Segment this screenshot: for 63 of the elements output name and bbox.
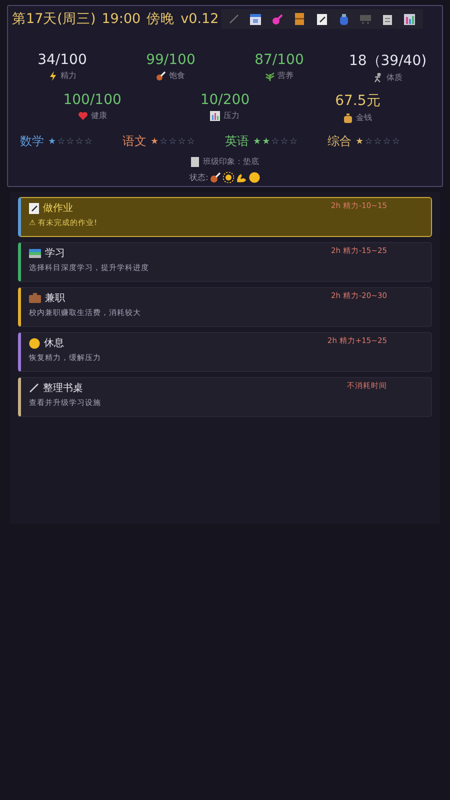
stat-label: 精力 <box>60 70 77 81</box>
activity-title: 休息 <box>44 336 64 350</box>
stat-label: 压力 <box>223 110 240 121</box>
money-bag-icon <box>343 112 354 122</box>
empty-star-icon: ☆ <box>289 136 298 146</box>
lightning-icon <box>48 70 58 80</box>
stat-value: 10/200 <box>200 92 250 108</box>
subject-name: 英语 <box>225 133 249 150</box>
status-label: 状态: <box>190 172 208 183</box>
stat-value: 67.5元 <box>335 92 380 110</box>
filled-star-icon: ★ <box>253 136 262 146</box>
empty-star-icon: ☆ <box>382 136 391 146</box>
empty-star-icon: ☆ <box>186 136 195 146</box>
activity-title: 学习 <box>45 247 65 260</box>
empty-star-icon: ☆ <box>84 136 92 146</box>
empty-star-icon: ☆ <box>364 136 373 146</box>
stat-label: 营养 <box>278 70 294 81</box>
drumstick-icon <box>210 172 222 183</box>
empty-star-icon: ☆ <box>75 136 84 146</box>
stat-value: 87/100 <box>254 52 304 68</box>
stat-label: 金钱 <box>356 112 372 123</box>
activity-title: 做作业 <box>43 202 73 215</box>
books-icon <box>29 248 41 258</box>
activity-title: 兼职 <box>45 292 65 305</box>
briefcase-icon <box>29 293 41 303</box>
heart-icon <box>78 110 88 120</box>
empty-star-icon: ☆ <box>66 136 74 146</box>
empty-star-icon: ☆ <box>178 136 186 146</box>
clock-time: 19:00 <box>102 11 141 27</box>
empty-star-icon: ☆ <box>392 136 400 146</box>
stat-value: 18（39/40) <box>348 52 427 70</box>
drumstick-icon <box>156 70 166 80</box>
stat-value: 99/100 <box>146 52 196 68</box>
pencil-icon <box>29 383 39 393</box>
subject-name: 语文 <box>122 133 146 150</box>
leaf-icon <box>264 70 275 80</box>
flexed-arm-icon <box>236 172 248 183</box>
empty-star-icon: ☆ <box>168 136 177 146</box>
memo-icon <box>29 202 39 214</box>
filled-star-icon: ★ <box>356 136 364 146</box>
empty-star-icon: ☆ <box>160 136 168 146</box>
stat-label: 饱食 <box>169 70 186 81</box>
runner-icon <box>373 72 384 82</box>
filled-star-icon: ★ <box>48 136 56 146</box>
filled-star-icon: ★ <box>262 136 270 146</box>
stat-label: 体质 <box>386 72 402 83</box>
activity-title: 整理书桌 <box>43 382 83 395</box>
filled-star-icon: ★ <box>150 136 159 146</box>
empty-star-icon: ☆ <box>280 136 288 146</box>
empty-star-icon: ☆ <box>271 136 280 146</box>
period-label: 傍晚 <box>146 10 175 28</box>
empty-star-icon: ☆ <box>374 136 382 146</box>
stat-value: 34/100 <box>38 52 87 68</box>
stat-value: 100/100 <box>63 92 122 108</box>
sun-icon <box>223 172 234 183</box>
stat-label: 健康 <box>90 110 107 121</box>
subject-name: 数学 <box>20 133 44 150</box>
subject-name: 综合 <box>328 133 352 150</box>
day-label: 第17天(周三) <box>12 10 96 28</box>
empty-star-icon: ☆ <box>57 136 66 146</box>
impression-text: 班级印象：垫底 <box>203 156 259 167</box>
version-label: v0.12 <box>180 11 219 27</box>
chart-icon <box>210 110 220 120</box>
